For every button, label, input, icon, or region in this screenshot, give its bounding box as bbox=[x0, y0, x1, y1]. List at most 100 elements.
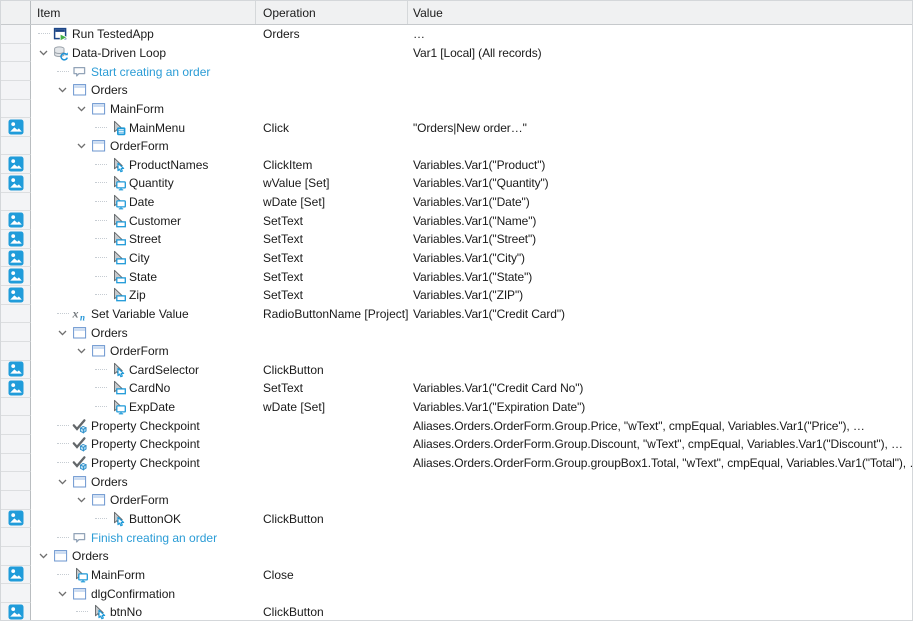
test-step-row[interactable]: xnSet Variable ValueRadioButtonName [Pro… bbox=[1, 305, 912, 324]
test-step-row[interactable]: Run TestedAppOrders… bbox=[1, 25, 912, 44]
image-attachment-icon[interactable] bbox=[7, 175, 24, 191]
test-step-row[interactable]: StreetSetTextVariables.Var1("Street") bbox=[1, 230, 912, 249]
test-step-row[interactable]: StateSetTextVariables.Var1("State") bbox=[1, 267, 912, 286]
test-step-row[interactable]: Orders bbox=[1, 323, 912, 342]
chevron-down-icon[interactable] bbox=[54, 81, 71, 100]
attachment-cell[interactable] bbox=[1, 603, 31, 621]
image-attachment-icon[interactable] bbox=[7, 250, 24, 266]
step-operation bbox=[256, 137, 408, 156]
test-step-row[interactable]: Property CheckpointAliases.Orders.OrderF… bbox=[1, 416, 912, 435]
attachment-cell[interactable] bbox=[1, 249, 31, 268]
tree-guide bbox=[92, 379, 109, 398]
attachment-cell[interactable] bbox=[1, 510, 31, 529]
test-step-row[interactable]: CardNoSetTextVariables.Var1("Credit Card… bbox=[1, 379, 912, 398]
step-label: ProductNames bbox=[129, 158, 208, 172]
gutter-cell bbox=[1, 62, 31, 81]
test-step-row[interactable]: ButtonOKClickButton bbox=[1, 510, 912, 529]
test-step-row[interactable]: OrderForm bbox=[1, 137, 912, 156]
test-step-row[interactable]: btnNoClickButton bbox=[1, 603, 912, 621]
chevron-down-icon[interactable] bbox=[54, 472, 71, 491]
step-label: Data-Driven Loop bbox=[72, 46, 166, 60]
test-step-row[interactable]: Start creating an order bbox=[1, 62, 912, 81]
test-step-row[interactable]: Orders bbox=[1, 81, 912, 100]
image-attachment-icon[interactable] bbox=[7, 566, 24, 582]
step-operation: SetText bbox=[256, 286, 408, 305]
step-value: … bbox=[408, 25, 912, 44]
tree-indent bbox=[31, 500, 73, 501]
test-step-row[interactable]: Property CheckpointAliases.Orders.OrderF… bbox=[1, 454, 912, 473]
test-step-row[interactable]: MainForm bbox=[1, 100, 912, 119]
step-operation bbox=[256, 81, 408, 100]
test-step-row[interactable]: Data-Driven LoopVar1 [Local] (All record… bbox=[1, 44, 912, 63]
image-attachment-icon[interactable] bbox=[7, 212, 24, 228]
step-value bbox=[408, 62, 912, 81]
step-label: dlgConfirmation bbox=[91, 587, 175, 601]
tree-indent bbox=[31, 444, 54, 445]
step-item-cell: ExpDate bbox=[31, 398, 256, 417]
attachment-cell[interactable] bbox=[1, 361, 31, 380]
gutter-cell bbox=[1, 398, 31, 417]
test-step-row[interactable]: ZipSetTextVariables.Var1("ZIP") bbox=[1, 286, 912, 305]
image-attachment-icon[interactable] bbox=[7, 287, 24, 303]
chevron-down-icon[interactable] bbox=[35, 44, 52, 63]
attachment-cell[interactable] bbox=[1, 211, 31, 230]
test-step-row[interactable]: OrderForm bbox=[1, 491, 912, 510]
chevron-down-icon[interactable] bbox=[54, 584, 71, 603]
step-operation bbox=[256, 491, 408, 510]
chevron-down-icon[interactable] bbox=[35, 547, 52, 566]
image-attachment-icon[interactable] bbox=[7, 268, 24, 284]
image-attachment-icon[interactable] bbox=[7, 231, 24, 247]
step-value: Aliases.Orders.OrderForm.Group.groupBox1… bbox=[408, 454, 912, 473]
column-header-item[interactable]: Item bbox=[31, 1, 256, 24]
image-attachment-icon[interactable] bbox=[7, 380, 24, 396]
attachment-cell[interactable] bbox=[1, 230, 31, 249]
test-step-row[interactable]: ExpDatewDate [Set]Variables.Var1("Expira… bbox=[1, 398, 912, 417]
step-operation: SetText bbox=[256, 249, 408, 268]
test-step-row[interactable]: CustomerSetTextVariables.Var1("Name") bbox=[1, 211, 912, 230]
image-attachment-icon[interactable] bbox=[7, 510, 24, 526]
step-operation: Orders bbox=[256, 25, 408, 44]
attachment-cell[interactable] bbox=[1, 566, 31, 585]
test-step-row[interactable]: ProductNamesClickItemVariables.Var1("Pro… bbox=[1, 155, 912, 174]
chevron-down-icon[interactable] bbox=[73, 100, 90, 119]
test-step-row[interactable]: Orders bbox=[1, 472, 912, 491]
chevron-down-icon[interactable] bbox=[73, 342, 90, 361]
step-value bbox=[408, 81, 912, 100]
test-step-row[interactable]: CardSelectorClickButton bbox=[1, 361, 912, 380]
step-value bbox=[408, 137, 912, 156]
column-header-value[interactable]: Value bbox=[408, 1, 912, 24]
test-step-row[interactable]: Finish creating an order bbox=[1, 528, 912, 547]
test-step-row[interactable]: OrderForm bbox=[1, 342, 912, 361]
chevron-down-icon[interactable] bbox=[54, 323, 71, 342]
image-attachment-icon[interactable] bbox=[7, 361, 24, 377]
tree-indent bbox=[31, 90, 54, 91]
image-attachment-icon[interactable] bbox=[7, 604, 24, 620]
test-step-row[interactable]: Orders bbox=[1, 547, 912, 566]
gutter-cell bbox=[1, 342, 31, 361]
test-step-row[interactable]: dlgConfirmation bbox=[1, 584, 912, 603]
image-attachment-icon[interactable] bbox=[7, 119, 24, 135]
image-attachment-icon[interactable] bbox=[7, 156, 24, 172]
set-text-icon bbox=[109, 380, 126, 396]
attachment-cell[interactable] bbox=[1, 286, 31, 305]
tree-guide bbox=[54, 566, 71, 585]
tree-indent bbox=[31, 258, 92, 259]
gutter-column-header[interactable] bbox=[1, 1, 31, 24]
attachment-cell[interactable] bbox=[1, 379, 31, 398]
test-step-row[interactable]: CitySetTextVariables.Var1("City") bbox=[1, 249, 912, 268]
step-label: Customer bbox=[129, 214, 181, 228]
test-step-row[interactable]: Property CheckpointAliases.Orders.OrderF… bbox=[1, 435, 912, 454]
column-header-operation[interactable]: Operation bbox=[256, 1, 408, 24]
test-step-row[interactable]: MainFormClose bbox=[1, 566, 912, 585]
attachment-cell[interactable] bbox=[1, 174, 31, 193]
test-step-row[interactable]: QuantitywValue [Set]Variables.Var1("Quan… bbox=[1, 174, 912, 193]
attachment-cell[interactable] bbox=[1, 118, 31, 137]
attachment-cell[interactable] bbox=[1, 155, 31, 174]
chevron-down-icon[interactable] bbox=[73, 137, 90, 156]
tree-indent bbox=[31, 388, 92, 389]
attachment-cell[interactable] bbox=[1, 267, 31, 286]
test-step-row[interactable]: DatewDate [Set]Variables.Var1("Date") bbox=[1, 193, 912, 212]
test-step-row[interactable]: MainMenuClick"Orders|New order…" bbox=[1, 118, 912, 137]
set-variable-icon: xn bbox=[71, 306, 88, 322]
chevron-down-icon[interactable] bbox=[73, 491, 90, 510]
